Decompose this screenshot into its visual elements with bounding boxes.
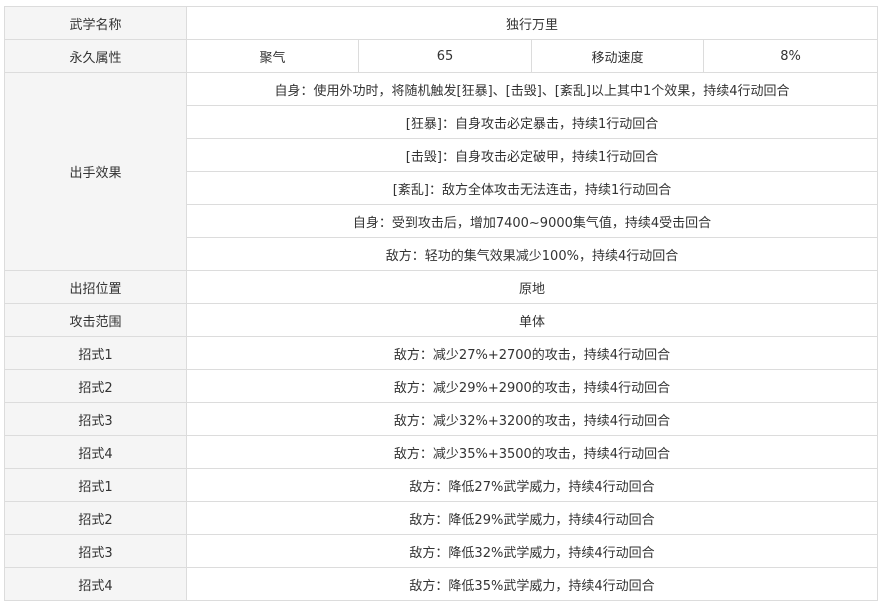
attr-cell: 65 — [358, 39, 532, 73]
row-label: 武学名称 — [4, 6, 187, 40]
move-value: 敌方：降低35%武学威力，持续4行动回合 — [185, 567, 879, 601]
table-row-move: 招式1 敌方：降低27%武学威力，持续4行动回合 — [4, 468, 879, 502]
table-row-attributes: 永久属性 聚气 65 移动速度 8% — [4, 39, 879, 73]
table-row-range: 攻击范围 单体 — [4, 303, 879, 337]
move-value: 敌方：减少35%+3500的攻击，持续4行动回合 — [185, 435, 879, 469]
attr-cell: 聚气 — [186, 39, 359, 73]
table-row-name: 武学名称 独行万里 — [4, 6, 879, 40]
table-row-move: 招式2 敌方：降低29%武学威力，持续4行动回合 — [4, 501, 879, 535]
move-label: 招式1 — [4, 468, 187, 502]
move-value: 敌方：减少29%+2900的攻击，持续4行动回合 — [185, 369, 879, 403]
row-label: 出招位置 — [4, 270, 187, 304]
effect-line: [紊乱]：敌方全体攻击无法连击，持续1行动回合 — [185, 171, 879, 205]
move-value: 敌方：减少27%+2700的攻击，持续4行动回合 — [185, 336, 879, 370]
move-value: 敌方：降低29%武学威力，持续4行动回合 — [185, 501, 879, 535]
table-row-move: 招式4 敌方：降低35%武学威力，持续4行动回合 — [4, 567, 879, 601]
move-label: 招式1 — [4, 336, 187, 370]
table-row-effect: 出手效果 自身：使用外功时，将随机触发[狂暴]、[击毁]、[紊乱]以上其中1个效… — [4, 72, 879, 271]
table-row-move: 招式4 敌方：减少35%+3500的攻击，持续4行动回合 — [4, 435, 879, 469]
row-label: 攻击范围 — [4, 303, 187, 337]
attr-cell: 8% — [702, 39, 879, 73]
effect-line: 自身：受到攻击后，增加7400~9000集气值，持续4受击回合 — [185, 204, 879, 238]
range-value: 单体 — [185, 303, 879, 337]
table-row-move: 招式3 敌方：减少32%+3200的攻击，持续4行动回合 — [4, 402, 879, 436]
table-row-move: 招式3 敌方：降低32%武学威力，持续4行动回合 — [4, 534, 879, 568]
effect-line: 自身：使用外功时，将随机触发[狂暴]、[击毁]、[紊乱]以上其中1个效果，持续4… — [185, 72, 879, 106]
move-label: 招式4 — [4, 567, 187, 601]
attr-cell: 移动速度 — [531, 39, 704, 73]
move-label: 招式4 — [4, 435, 187, 469]
row-label: 出手效果 — [4, 72, 187, 271]
position-value: 原地 — [185, 270, 879, 304]
effect-line: [狂暴]：自身攻击必定暴击，持续1行动回合 — [185, 105, 879, 139]
skill-table-container: 武学名称 独行万里 永久属性 聚气 65 移动速度 8% 出手效果 自身：使用外… — [4, 6, 879, 601]
table-row-position: 出招位置 原地 — [4, 270, 879, 304]
move-label: 招式3 — [4, 534, 187, 568]
move-value: 敌方：降低32%武学威力，持续4行动回合 — [185, 534, 879, 568]
skill-name-value: 独行万里 — [185, 6, 879, 40]
effect-line: [击毁]：自身攻击必定破甲，持续1行动回合 — [185, 138, 879, 172]
effect-line: 敌方：轻功的集气效果减少100%，持续4行动回合 — [185, 237, 879, 271]
move-value: 敌方：减少32%+3200的攻击，持续4行动回合 — [185, 402, 879, 436]
table-row-move: 招式1 敌方：减少27%+2700的攻击，持续4行动回合 — [4, 336, 879, 370]
move-value: 敌方：降低27%武学威力，持续4行动回合 — [185, 468, 879, 502]
move-label: 招式2 — [4, 501, 187, 535]
row-label: 永久属性 — [4, 39, 187, 73]
table-row-move: 招式2 敌方：减少29%+2900的攻击，持续4行动回合 — [4, 369, 879, 403]
skill-table: 武学名称 独行万里 永久属性 聚气 65 移动速度 8% 出手效果 自身：使用外… — [4, 6, 879, 601]
move-label: 招式3 — [4, 402, 187, 436]
move-label: 招式2 — [4, 369, 187, 403]
